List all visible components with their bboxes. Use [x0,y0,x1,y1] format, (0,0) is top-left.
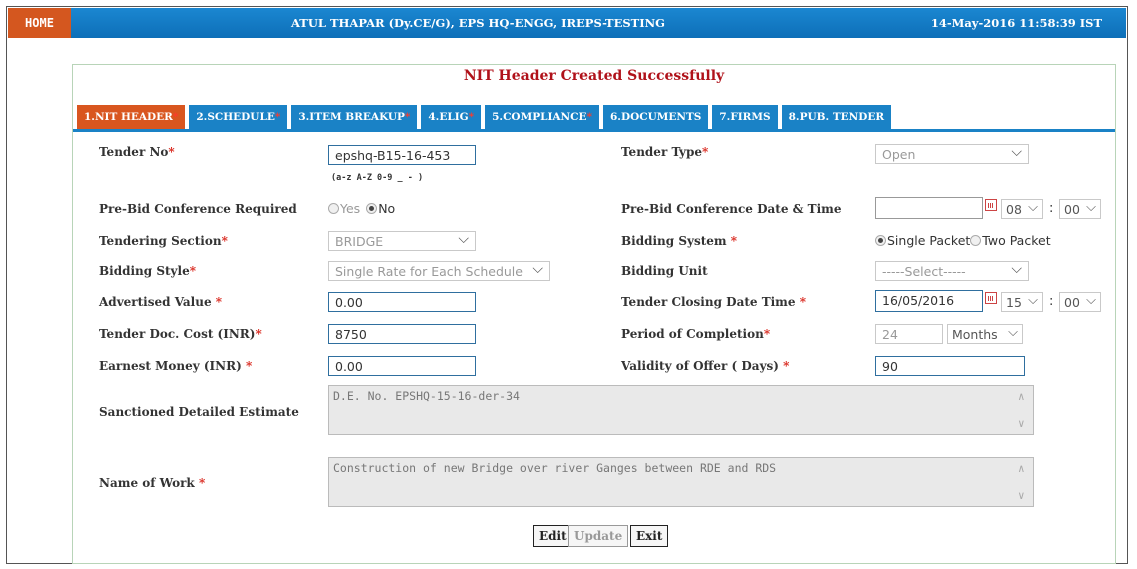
tab-schedule[interactable]: 2.SCHEDULE* [189,105,288,129]
tender-no-hint: (a-z A-Z 0-9 _ - ) [331,173,424,183]
chevron-down-icon: ⌵ [1086,293,1096,308]
tab-underline [73,129,1115,132]
bidding-unit-select[interactable]: -----Select----- ⌵ [875,261,1029,281]
tender-type-select[interactable]: Open ⌵ [875,144,1029,164]
home-button[interactable]: HOME [8,8,71,38]
user-info: ATUL THAPAR (Dy.CE/G), EPS HQ-ENGG, IREP… [291,16,665,30]
success-message: NIT Header Created Successfully [463,68,725,84]
tender-no-input[interactable]: epshq-B15-16-453 [328,145,476,165]
prebid-date-input[interactable] [875,197,983,219]
doc-cost-input[interactable]: 8750 [328,324,476,344]
calendar-icon[interactable] [985,199,997,211]
prebid-minute-select[interactable]: 00 ⌵ [1059,199,1101,219]
bidding-style-select[interactable]: Single Rate for Each Schedule ⌵ [328,261,550,281]
scroll-up-icon[interactable]: ∧ [1018,390,1025,403]
chevron-down-icon: ⌵ [1011,144,1022,160]
server-datetime: 14-May-2016 11:58:39 IST [930,16,1102,30]
period-unit-select[interactable]: Months ⌵ [947,324,1023,344]
calendar-icon[interactable] [985,292,997,304]
radio-single-packet[interactable] [875,235,886,246]
period-completion-input[interactable]: 24 [875,324,943,344]
nit-panel: NIT Header Created Successfully 1.NIT HE… [72,64,1116,564]
advertised-value-label: Advertised Value * [99,295,223,309]
tendering-section-select[interactable]: BRIDGE ⌵ [328,231,476,251]
validity-input[interactable]: 90 [875,356,1025,376]
textarea-scrollbar[interactable]: ∧ ∨ [1013,458,1033,506]
period-completion-label: Period of Completion* [621,327,771,341]
exit-button[interactable]: Exit [630,525,669,547]
top-bar: HOME ATUL THAPAR (Dy.CE/G), EPS HQ-ENGG,… [8,8,1126,38]
radio-yes[interactable] [328,203,339,214]
name-of-work-label: Name of Work * [99,476,206,490]
sanctioned-estimate-label: Sanctioned Detailed Estimate [99,405,299,419]
chevron-down-icon: ⌵ [1011,261,1022,277]
tab-bar: 1.NIT HEADER* 2.SCHEDULE* 3.ITEM BREAKUP… [77,105,895,129]
bidding-system-label: Bidding System * [621,234,738,248]
closing-datetime-label: Tender Closing Date Time * [621,295,806,309]
scroll-down-icon[interactable]: ∨ [1018,489,1025,502]
advertised-value-input[interactable]: 0.00 [328,292,476,312]
closing-date-input[interactable]: 16/05/2016 [875,290,983,312]
prebid-required-label: Pre-Bid Conference Required [99,202,297,216]
tab-nit-header[interactable]: 1.NIT HEADER* [77,105,186,129]
chevron-down-icon: ⌵ [1028,293,1038,308]
update-button[interactable]: Update [568,525,629,547]
chevron-down-icon: ⌵ [1008,325,1018,340]
tab-documents[interactable]: 6.DOCUMENTS [603,105,709,129]
closing-hour-select[interactable]: 15 ⌵ [1001,292,1043,312]
tender-type-label: Tender Type* [621,145,709,159]
chevron-down-icon: ⌵ [1086,200,1096,215]
closing-minute-select[interactable]: 00 ⌵ [1059,292,1101,312]
tab-elig[interactable]: 4.ELIG* [421,105,482,129]
chevron-down-icon: ⌵ [1028,200,1038,215]
tab-compliance[interactable]: 5.COMPLIANCE* [485,105,599,129]
radio-no[interactable] [366,203,378,214]
sanctioned-estimate-textarea[interactable]: D.E. No. EPSHQ-15-16-der-34 ∧ ∨ [328,385,1034,435]
radio-two-packet[interactable] [970,235,982,246]
validity-label: Validity of Offer ( Days) * [621,359,790,373]
tab-firms[interactable]: 7.FIRMS [712,105,778,129]
tendering-section-label: Tendering Section* [99,234,228,248]
prebid-datetime-label: Pre-Bid Conference Date & Time [621,202,842,216]
earnest-money-input[interactable]: 0.00 [328,356,476,376]
scroll-down-icon[interactable]: ∨ [1018,417,1025,430]
tab-pub-tender[interactable]: 8.PUB. TENDER [781,105,892,129]
bidding-system-radios: Single Packet Two Packet [875,233,1051,248]
earnest-money-label: Earnest Money (INR) * [99,359,253,373]
bidding-unit-label: Bidding Unit [621,264,708,278]
chevron-down-icon: ⌵ [532,261,543,277]
prebid-required-radios: Yes No [328,201,395,216]
textarea-scrollbar[interactable]: ∧ ∨ [1013,386,1033,434]
bidding-style-label: Bidding Style* [99,264,196,278]
chevron-down-icon: ⌵ [458,231,469,247]
doc-cost-label: Tender Doc. Cost (INR)* [99,327,262,341]
name-of-work-textarea[interactable]: Construction of new Bridge over river Ga… [328,457,1034,507]
edit-button[interactable]: Edit [533,525,573,547]
tab-item-breakup[interactable]: 3.ITEM BREAKUP* [291,105,418,129]
tender-no-label: Tender No* [99,145,175,159]
prebid-hour-select[interactable]: 08 ⌵ [1001,199,1043,219]
scroll-up-icon[interactable]: ∧ [1018,462,1025,475]
